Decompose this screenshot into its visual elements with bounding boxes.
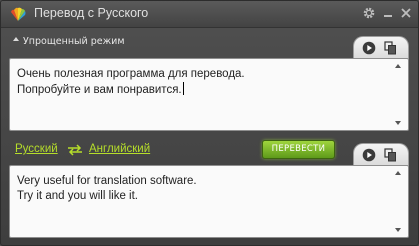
result-line-1: Very useful for translation software. [17,175,197,187]
close-icon[interactable] [399,6,413,20]
target-language-link[interactable]: Английский [89,143,150,155]
source-line-1: Очень полезная программа для перевода. [17,68,245,80]
source-line-2: Попробуйте и вам понравится. [17,84,182,96]
collapse-arrow-icon[interactable] [13,37,19,41]
translator-window: Перевод с Русского Упрощенный режим Очен… [0,0,419,246]
text-caret [182,82,184,95]
gear-icon[interactable] [362,6,376,20]
source-language-link[interactable]: Русский [15,143,58,155]
scroll-down-icon[interactable] [395,228,401,232]
result-text[interactable]: Very useful for translation software. Tr… [17,174,387,204]
translate-button[interactable]: ПЕРЕВЕСТИ [262,140,335,159]
swap-arrows-icon[interactable] [67,144,83,156]
title-bar[interactable]: Перевод с Русского [1,1,418,28]
scroll-down-icon[interactable] [395,121,401,125]
play-icon[interactable] [362,41,376,55]
scroll-up-icon[interactable] [395,171,401,175]
source-text[interactable]: Очень полезная программа для перевода. П… [17,67,387,98]
play-icon[interactable] [362,148,376,162]
scroll-up-icon[interactable] [395,64,401,68]
result-text-area[interactable]: Very useful for translation software. Tr… [9,165,409,238]
minimize-icon[interactable] [381,6,395,20]
simplified-mode-label[interactable]: Упрощенный режим [23,36,125,47]
result-tools-tab [353,143,409,167]
fan-logo-icon [11,7,26,22]
window-title: Перевод с Русского [34,6,149,20]
copy-icon[interactable] [384,148,397,162]
source-text-area[interactable]: Очень полезная программа для перевода. П… [9,58,409,131]
copy-icon[interactable] [384,41,397,55]
result-line-2: Try it and you will like it. [17,190,138,202]
source-tools-tab [353,36,409,60]
